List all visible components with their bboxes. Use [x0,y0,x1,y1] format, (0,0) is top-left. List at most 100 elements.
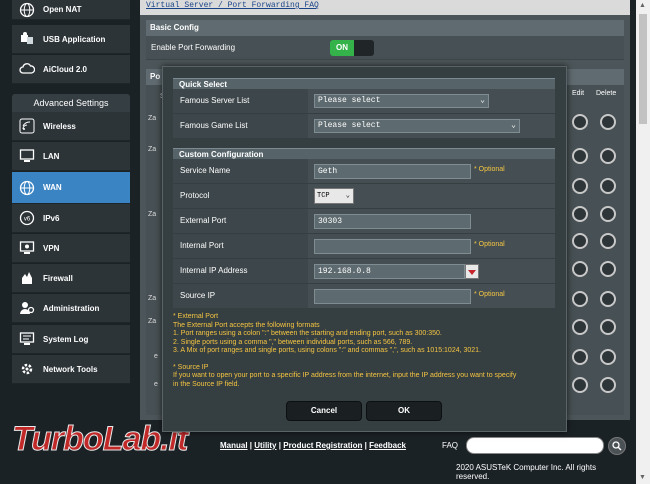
note-line: in the Source IP field. [173,380,240,388]
sidebar-item-label: Open NAT [43,5,82,14]
delete-column-header: Delete [596,90,617,97]
edit-icon[interactable] [572,178,588,194]
optional-hint: * Optional [474,241,505,248]
sidebar-item-label: Network Tools [43,364,98,374]
port-forwarding-toggle[interactable]: ON [330,40,374,56]
edit-icon[interactable] [572,261,588,277]
port-forwarding-faq-link[interactable]: Virtual Server / Port Forwarding FAQ [146,0,319,12]
cloud-icon [16,58,38,80]
globe-icon [16,0,38,21]
edit-icon[interactable] [572,114,588,130]
famous-server-label: Famous Server List [173,89,308,113]
edit-icon[interactable] [572,291,588,307]
ok-button[interactable]: OK [366,401,442,421]
top-link-bar: Virtual Server / Port Forwarding FAQ [140,0,630,15]
external-port-field: 30303 [308,209,555,233]
internal-port-label: Internal Port [173,234,308,258]
edit-icon[interactable] [572,206,588,222]
chevron-down-icon: ⌄ [480,96,485,105]
sidebar: Open NAT USB Application AiCloud 2.0 Adv… [0,0,140,484]
row-fragment: e [154,353,158,360]
internal-port-input[interactable] [314,239,471,254]
custom-configuration-header: Custom Configuration [173,148,555,159]
delete-icon[interactable] [600,148,616,164]
footer-links: Manual | Utility | Product Registration … [220,441,406,450]
protocol-label: Protocol [173,184,308,208]
sidebar-item-label: System Log [43,334,89,344]
sidebar-item-firewall[interactable]: Firewall [12,264,130,293]
source-ip-field: * Optional [308,284,555,308]
sidebar-item-vpn[interactable]: VPN [12,234,130,263]
delete-icon[interactable] [600,178,616,194]
help-notes: * External Port The External Port accept… [173,313,555,389]
edit-icon[interactable] [572,319,588,335]
sidebar-item-ipv6[interactable]: v6 IPv6 [12,204,130,233]
protocol-select[interactable]: TCP ⌄ [314,188,354,204]
sidebar-item-label: Firewall [43,273,73,283]
delete-icon[interactable] [600,261,616,277]
scrollbar-thumb[interactable] [639,14,647,124]
famous-game-label: Famous Game List [173,114,308,138]
scroll-up-arrow-icon[interactable]: ▲ [639,2,646,9]
sidebar-item-label: USB Application [43,34,106,44]
faq-search-input[interactable] [466,437,604,454]
basic-config-header: Basic Config [146,20,624,36]
internal-port-field: * Optional [308,234,555,258]
edit-icon[interactable] [572,233,588,249]
famous-server-select[interactable]: Please select ⌄ [314,94,489,108]
delete-icon[interactable] [600,377,616,393]
row-fragment: Za [148,318,157,325]
delete-icon[interactable] [600,319,616,335]
sidebar-item-wan[interactable]: WAN [12,172,130,204]
service-name-label: Service Name [173,159,308,183]
famous-game-select[interactable]: Please select ⌄ [314,119,520,133]
sidebar-item-open-nat[interactable]: Open NAT [12,0,130,20]
utility-link[interactable]: Utility [254,441,276,450]
page-scrollbar[interactable]: ▲ ▼ [636,0,650,484]
manual-link[interactable]: Manual [220,441,248,450]
sidebar-item-lan[interactable]: LAN [12,142,130,171]
edit-icon[interactable] [572,349,588,365]
note-line: If you want to open your port to a speci… [173,372,517,379]
delete-icon[interactable] [600,291,616,307]
famous-server-value: Please select [318,96,381,105]
delete-icon[interactable] [600,114,616,130]
toggle-on-label: ON [330,40,354,56]
delete-icon[interactable] [600,206,616,222]
internal-ip-input[interactable]: 192.168.0.8 [314,264,465,279]
globe-icon [16,177,38,199]
log-icon [16,328,38,350]
delete-icon[interactable] [600,233,616,249]
list-header-text: Po [150,72,161,81]
sidebar-item-wireless[interactable]: Wireless [12,112,130,141]
sidebar-item-administration[interactable]: Administration [12,294,130,323]
source-ip-input[interactable] [314,289,471,304]
sidebar-item-aicloud[interactable]: AiCloud 2.0 [12,55,130,84]
product-registration-link[interactable]: Product Registration [283,441,362,450]
row-fragment: Za [148,295,157,302]
note-line: 2. Single ports using a comma "," betwee… [173,338,413,346]
external-port-input[interactable]: 30303 [314,214,471,229]
quick-select-header: Quick Select [173,78,555,89]
feedback-link[interactable]: Feedback [369,441,406,450]
footer-separator: | [364,441,367,450]
sidebar-item-network-tools[interactable]: Network Tools [12,355,130,384]
service-name-input[interactable]: Geth [314,164,471,179]
enable-port-forwarding-label: Enable Port Forwarding [151,43,236,52]
tools-icon [16,358,38,380]
sidebar-item-label: LAN [43,151,60,161]
source-ip-label: Source IP [173,284,308,308]
delete-icon[interactable] [600,349,616,365]
ip-dropdown-arrow-icon[interactable] [465,264,479,279]
edit-icon[interactable] [572,377,588,393]
search-icon[interactable] [608,437,626,455]
scroll-down-arrow-icon[interactable]: ▼ [639,474,646,481]
note-line: 1. Port ranges using a colon ":" between… [173,330,442,337]
row-fragment: Za [148,115,157,122]
svg-text:v6: v6 [24,217,31,223]
sidebar-item-system-log[interactable]: System Log [12,325,130,354]
enable-port-forwarding-row: Enable Port Forwarding ON [146,36,624,60]
edit-icon[interactable] [572,148,588,164]
cancel-button[interactable]: Cancel [286,401,362,421]
sidebar-item-usb-application[interactable]: USB Application [12,25,130,54]
